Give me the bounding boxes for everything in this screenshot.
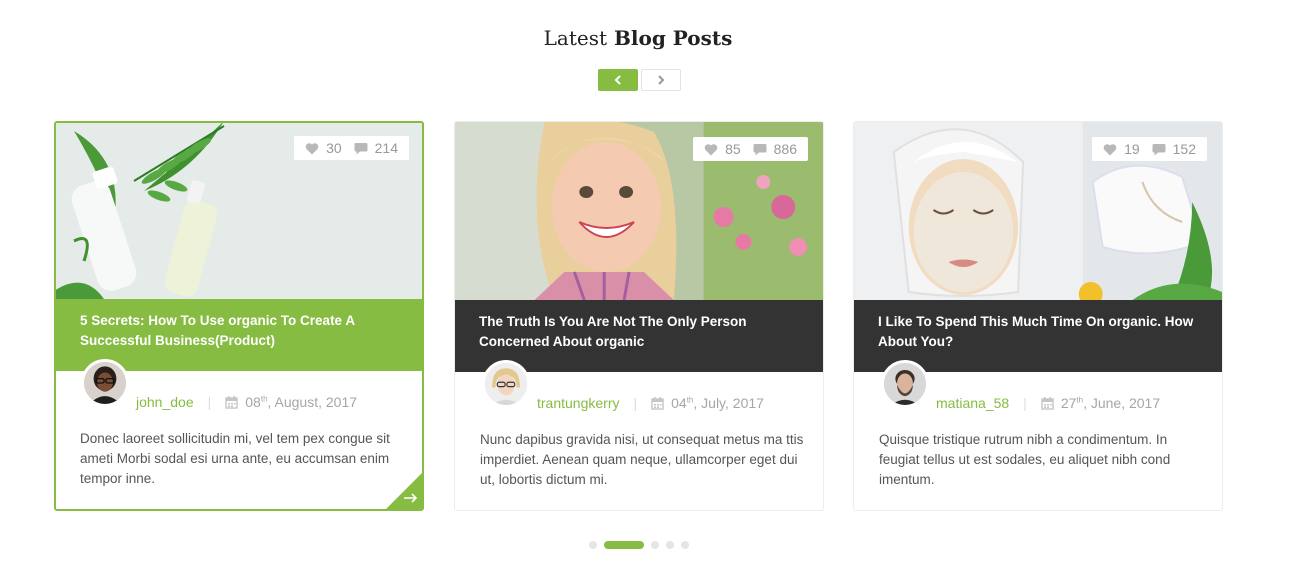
calendar-icon: [651, 396, 664, 410]
comment-icon: [354, 142, 368, 154]
meta-divider: |: [1023, 395, 1027, 411]
heart-icon: [1103, 143, 1117, 155]
post-date: 04th, July, 2017: [671, 395, 764, 411]
prev-button[interactable]: [598, 69, 638, 91]
pagination-dot[interactable]: [651, 541, 659, 549]
post-image[interactable]: 19 152: [854, 122, 1222, 300]
pagination-dot[interactable]: [666, 541, 674, 549]
pagination-dot[interactable]: [681, 541, 689, 549]
post-excerpt: Donec laoreet sollicitudin mi, vel tem p…: [80, 431, 390, 486]
comment-icon: [753, 143, 767, 155]
post-image[interactable]: 30 214: [56, 123, 422, 299]
comments-count: 886: [773, 141, 797, 157]
post-excerpt: Nunc dapibus gravida nisi, ut consequat …: [480, 432, 804, 487]
post-meta: john_doe | 08th, August, 2017: [136, 394, 357, 410]
carousel-pagination: [589, 541, 689, 549]
post-meta: matiana_58 | 27th, June, 2017: [936, 395, 1160, 411]
author-link[interactable]: john_doe: [136, 394, 194, 410]
post-stats: 85 886: [693, 137, 808, 161]
comments-count: 152: [1172, 141, 1196, 157]
meta-divider: |: [633, 395, 638, 411]
likes-count: 19: [1124, 141, 1140, 157]
likes-count: 30: [326, 140, 342, 156]
meta-divider: |: [207, 394, 212, 410]
read-more-button[interactable]: [386, 473, 422, 509]
next-button[interactable]: [641, 69, 681, 91]
section-title-light: Latest: [543, 26, 608, 50]
section-title-bold: Blog Posts: [613, 26, 733, 50]
carousel-nav: [598, 69, 681, 91]
calendar-icon: [1041, 396, 1054, 410]
avatar[interactable]: [881, 360, 929, 408]
pagination-dot[interactable]: [589, 541, 597, 549]
avatar[interactable]: [81, 359, 129, 407]
post-stats: 30 214: [294, 136, 409, 160]
section-title: Latest Blog Posts: [0, 26, 1276, 50]
post-excerpt: Quisque tristique rutrum nibh a condimen…: [879, 432, 1171, 487]
blog-card[interactable]: 30 214 5 Secrets: How To Use organic To …: [54, 121, 424, 511]
heart-icon: [305, 142, 319, 154]
post-stats: 19 152: [1092, 137, 1207, 161]
calendar-icon: [225, 395, 238, 409]
chevron-left-icon: [614, 75, 621, 85]
post-meta: trantungkerry | 04th, July, 2017: [537, 395, 764, 411]
post-date: 27th, June, 2017: [1060, 395, 1161, 411]
chevron-right-icon: [658, 75, 665, 85]
author-link[interactable]: matiana_58: [936, 395, 1009, 411]
blog-card[interactable]: 19 152 I Like To Spend This Much Time On…: [853, 121, 1223, 511]
post-image[interactable]: 85 886: [455, 122, 823, 300]
author-link[interactable]: trantungkerry: [537, 395, 619, 411]
comments-count: 214: [374, 140, 398, 156]
heart-icon: [704, 143, 718, 155]
likes-count: 85: [725, 141, 741, 157]
post-date: 08th, August, 2017: [245, 394, 358, 410]
avatar[interactable]: [482, 360, 530, 408]
comment-icon: [1152, 143, 1166, 155]
pagination-dot-active[interactable]: [604, 541, 644, 549]
blog-card[interactable]: 85 886 The Truth Is You Are Not The Only…: [454, 121, 824, 511]
arrow-right-icon: [386, 473, 422, 509]
